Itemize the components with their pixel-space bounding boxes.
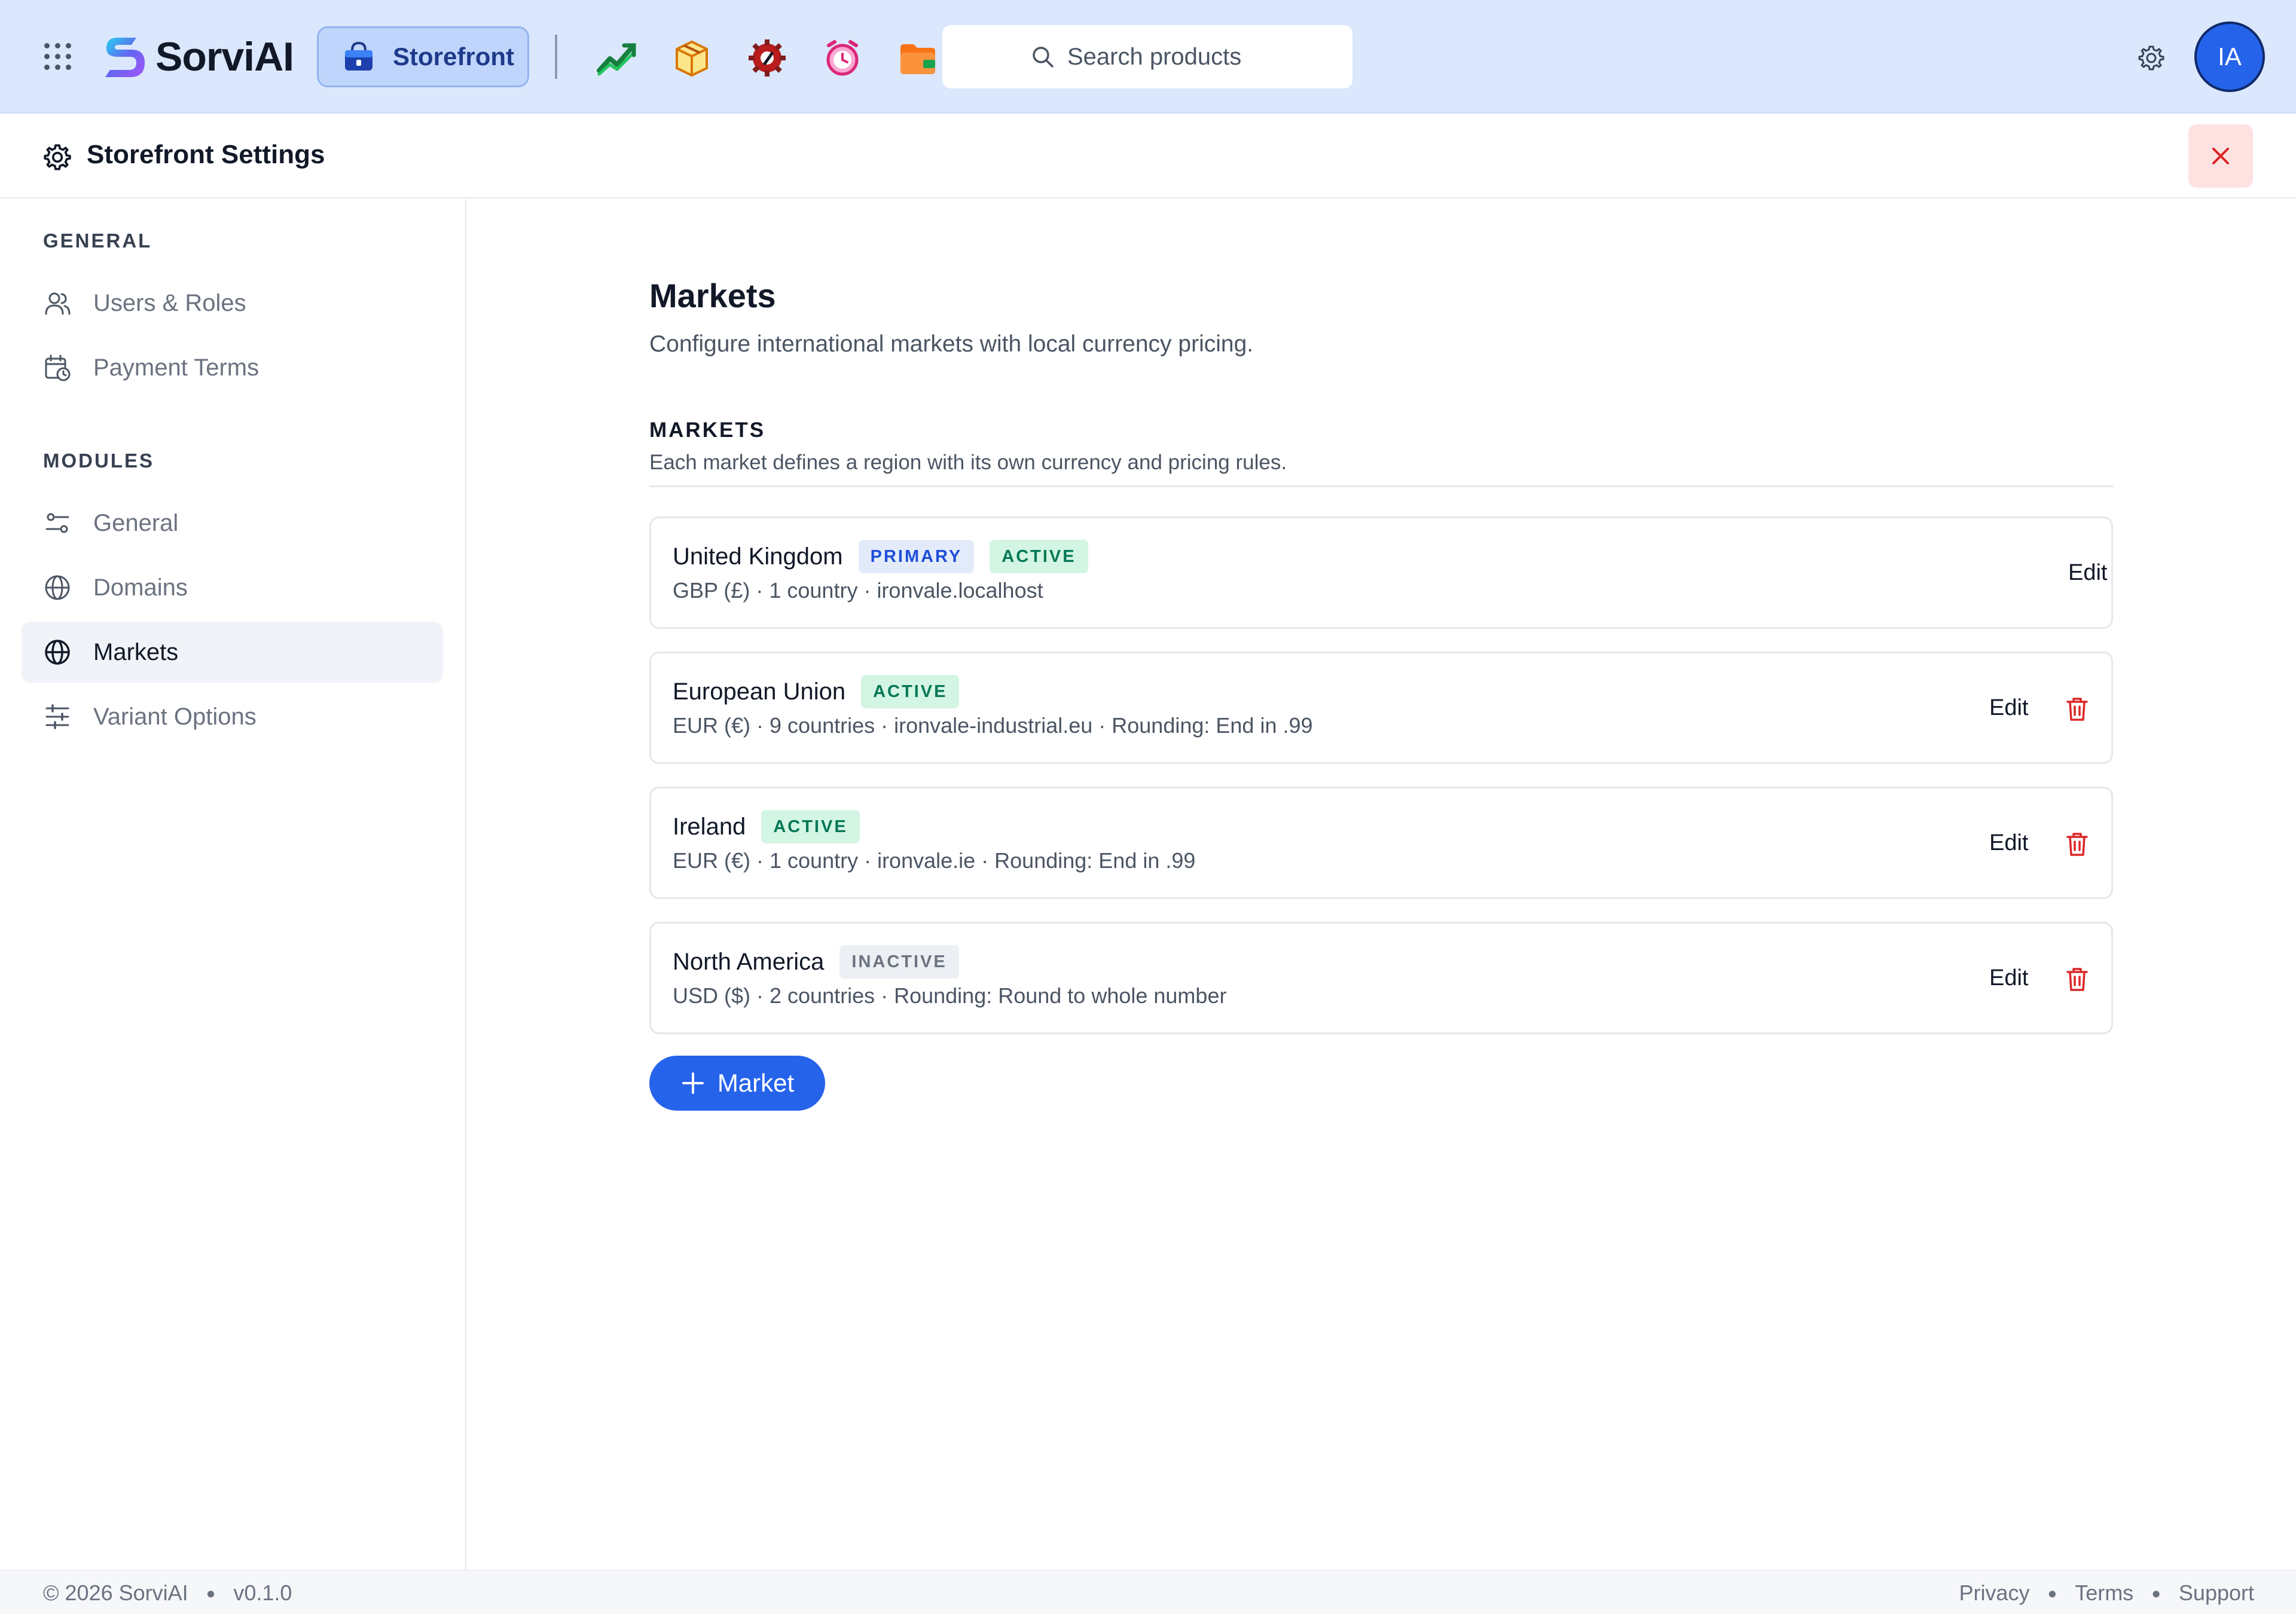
sidebar-item-markets[interactable]: Markets xyxy=(22,622,443,683)
globe-icon xyxy=(45,640,70,665)
market-name: European Union xyxy=(673,678,846,705)
trash-icon xyxy=(2066,833,2088,856)
settings-gear-icon[interactable] xyxy=(2136,43,2165,72)
delete-market-button[interactable] xyxy=(2060,962,2095,996)
trash-icon xyxy=(2066,698,2088,721)
sidebar-item-label: Payment Terms xyxy=(93,354,259,381)
active-app-storefront[interactable]: Storefront xyxy=(317,26,529,87)
calendar-clock-icon xyxy=(45,354,71,381)
status-badge: ACTIVE xyxy=(761,810,860,843)
delete-market-button[interactable] xyxy=(2060,827,2095,861)
sidebar-item-label: Markets xyxy=(93,638,179,665)
toggles-icon xyxy=(45,513,69,533)
search-input[interactable] xyxy=(1067,43,1265,71)
market-card-north-america: North America INACTIVE USD ($) · 2 count… xyxy=(649,922,2113,1034)
sidebar-item-label: Variant Options xyxy=(93,703,257,730)
brand[interactable]: SorviAI xyxy=(99,30,294,84)
user-avatar[interactable]: IA xyxy=(2194,22,2265,92)
market-name: Ireland xyxy=(673,813,746,840)
edit-market-button[interactable]: Edit xyxy=(2054,551,2121,595)
close-settings-button[interactable] xyxy=(2188,124,2253,188)
service-gear-icon[interactable] xyxy=(746,37,788,79)
delete-market-button[interactable] xyxy=(2060,692,2095,726)
users-icon xyxy=(45,292,71,315)
settings-gear-icon xyxy=(44,144,71,170)
status-badge: INACTIVE xyxy=(839,945,959,979)
trash-icon xyxy=(2066,968,2088,991)
brand-name: SorviAI xyxy=(155,34,294,80)
storefront-bag-icon xyxy=(345,41,373,71)
page-subtitle: Configure international markets with loc… xyxy=(649,331,1254,357)
market-card-ireland: Ireland ACTIVE EUR (€) · 1 country · iro… xyxy=(649,787,2113,899)
status-badge: ACTIVE xyxy=(990,540,1088,573)
status-badge: ACTIVE xyxy=(861,675,960,708)
sidebar-item-label: Domains xyxy=(93,574,188,601)
market-meta: EUR (€) · 9 countries · ironvale-industr… xyxy=(673,713,1313,738)
brand-logo-icon xyxy=(105,38,145,77)
settings-header: Storefront Settings xyxy=(0,115,2296,198)
sidebar-item-variant-options[interactable]: Variant Options xyxy=(22,686,443,747)
section-divider xyxy=(649,485,2113,487)
search-bar[interactable] xyxy=(942,25,1352,88)
page-title: Markets xyxy=(649,277,776,314)
main-content: Markets Configure international markets … xyxy=(468,200,2296,1570)
sidebar-item-payment-terms[interactable]: Payment Terms xyxy=(22,337,443,398)
footer-copyright: © 2026 SorviAI xyxy=(43,1581,188,1605)
market-meta: EUR (€) · 1 country · ironvale.ie · Roun… xyxy=(673,848,1196,873)
top-app-bar: SorviAI Storefront Search products IA xyxy=(0,0,2296,114)
add-market-label: Market xyxy=(717,1069,795,1097)
chart-trend-icon[interactable] xyxy=(596,37,637,79)
footer-link-support[interactable]: Support xyxy=(2179,1581,2254,1606)
settings-sidebar: GENERAL Users & Roles Payment Terms MODU… xyxy=(0,200,466,1570)
close-icon xyxy=(2212,148,2229,164)
footer-separator: ● xyxy=(206,1584,216,1602)
sidebar-item-general[interactable]: General xyxy=(22,493,443,554)
active-app-label: Storefront xyxy=(393,42,514,71)
settings-title: Storefront Settings xyxy=(87,140,325,169)
add-market-button[interactable]: Market xyxy=(649,1056,825,1111)
section-description: Each market defines a region with its ow… xyxy=(649,451,1287,474)
sidebar-section-general: GENERAL xyxy=(43,230,152,252)
sliders-icon xyxy=(45,704,69,729)
section-title: MARKETS xyxy=(649,418,766,442)
edit-market-button[interactable]: Edit xyxy=(1975,956,2042,1000)
market-card-united-kingdom: United Kingdom PRIMARY ACTIVE GBP (£) · … xyxy=(649,516,2113,629)
edit-market-button[interactable]: Edit xyxy=(1975,821,2042,865)
topbar-divider xyxy=(555,35,557,79)
globe-icon xyxy=(45,575,70,600)
edit-market-button[interactable]: Edit xyxy=(1975,686,2042,730)
sidebar-item-domains[interactable]: Domains xyxy=(22,557,443,618)
market-name: United Kingdom xyxy=(673,543,843,570)
plus-icon xyxy=(682,1072,704,1094)
sidebar-section-modules: MODULES xyxy=(43,450,154,472)
footer-link-privacy[interactable]: Privacy xyxy=(1959,1581,2029,1606)
folder-wallet-icon[interactable] xyxy=(897,37,939,79)
sidebar-item-label: General xyxy=(93,509,179,536)
footer: © 2026 SorviAI ● v0.1.0 Privacy ● Terms … xyxy=(0,1570,2296,1614)
market-name: North America xyxy=(673,948,825,975)
sidebar-item-label: Users & Roles xyxy=(93,289,246,316)
market-card-european-union: European Union ACTIVE EUR (€) · 9 countr… xyxy=(649,652,2113,764)
footer-separator: ● xyxy=(2151,1584,2161,1602)
package-box-icon[interactable] xyxy=(671,37,713,79)
alarm-clock-icon[interactable] xyxy=(822,37,863,79)
search-icon xyxy=(1033,47,1054,68)
market-meta: GBP (£) · 1 country · ironvale.localhost xyxy=(673,578,1043,603)
sidebar-item-users-roles[interactable]: Users & Roles xyxy=(22,273,443,334)
footer-version: v0.1.0 xyxy=(233,1581,292,1605)
footer-link-terms[interactable]: Terms xyxy=(2075,1581,2133,1606)
footer-separator: ● xyxy=(2047,1584,2057,1602)
app-launcher-grid-icon[interactable] xyxy=(43,42,73,72)
primary-badge: PRIMARY xyxy=(858,540,975,573)
market-meta: USD ($) · 2 countries · Rounding: Round … xyxy=(673,983,1227,1008)
